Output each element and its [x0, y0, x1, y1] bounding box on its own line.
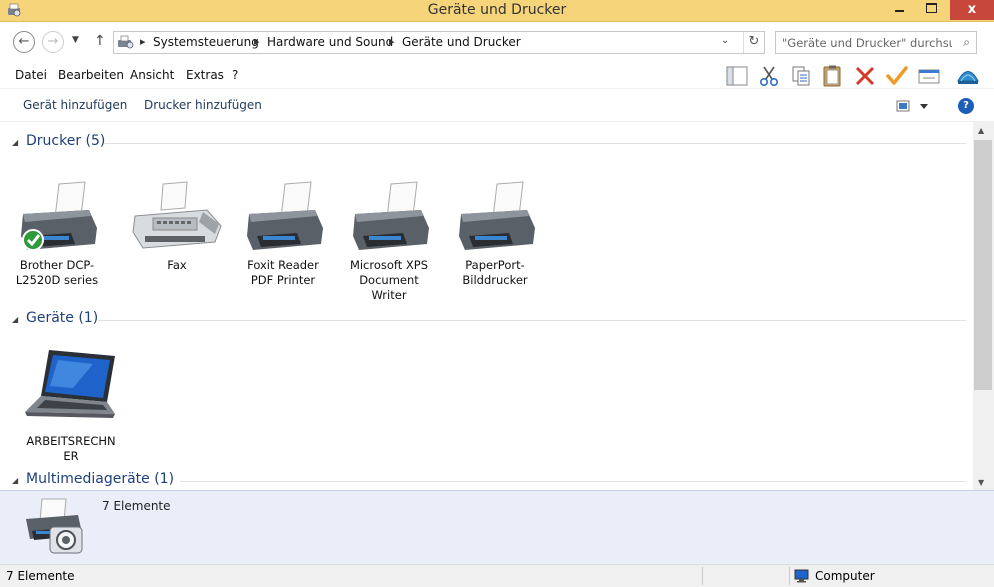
change-view-button[interactable]	[895, 98, 935, 114]
menu-help[interactable]: ?	[232, 68, 238, 82]
scrollbar-thumb[interactable]	[974, 140, 992, 390]
printer-icon	[353, 181, 429, 250]
printer-icon	[247, 181, 323, 250]
help-button[interactable]: ?	[958, 98, 974, 114]
menu-ansicht[interactable]: Ansicht	[130, 68, 174, 82]
command-bar: Gerät hinzufügen Drucker hinzufügen ?	[0, 90, 994, 122]
arrow-left-icon: ←	[18, 34, 30, 49]
vertical-scrollbar[interactable]: ▲ ▼	[973, 122, 994, 490]
search-input[interactable]	[782, 33, 952, 53]
device-tile-fax[interactable]: Fax	[129, 180, 225, 273]
recent-locations-dropdown[interactable]: ▼	[72, 35, 79, 45]
selection-count: 7 Elemente	[102, 499, 171, 513]
device-label: Microsoft XPS Document Writer	[349, 258, 429, 302]
properties-icon[interactable]	[916, 64, 942, 88]
address-row: ← → ▼ ↑ ▸ Systemsteuerung ▸ Hardware und…	[0, 22, 994, 62]
delete-icon[interactable]	[852, 64, 878, 88]
arrow-up-icon: ↑	[94, 33, 106, 49]
scroll-up-arrow-icon[interactable]: ▲	[978, 126, 984, 135]
laptop-icon	[25, 350, 115, 418]
group-title-printers: Drucker (5)	[26, 133, 106, 149]
collapse-triangle-icon[interactable]: ◢	[12, 476, 18, 485]
shell-icon[interactable]	[955, 64, 981, 88]
devices-printers-large-icon	[26, 498, 83, 554]
breadcrumb-systemsteuerung[interactable]: Systemsteuerung	[153, 35, 259, 49]
status-location: Computer	[815, 569, 875, 583]
copy-icon[interactable]	[788, 64, 814, 88]
close-button[interactable]: x	[950, 0, 994, 20]
device-tile-arbeitsrechner[interactable]: ARBEITSRECHNER	[23, 348, 119, 464]
device-label: Fax	[167, 258, 187, 272]
computer-icon	[794, 569, 809, 583]
views-icon	[896, 100, 928, 112]
group-title-devices: Geräte (1)	[26, 310, 99, 326]
group-header-multimedia[interactable]: ◢ Multimediageräte (1)	[12, 471, 966, 490]
search-box[interactable]: ⌕	[775, 31, 977, 54]
breadcrumb-chevron-icon[interactable]: ▸	[140, 35, 146, 48]
arrow-right-icon: →	[47, 34, 59, 49]
devices-printers-location-icon	[118, 35, 134, 49]
collapse-triangle-icon[interactable]: ◢	[12, 138, 18, 147]
device-tile-paperport[interactable]: PaperPort-Bilddrucker	[447, 180, 543, 288]
minimize-button[interactable]	[886, 0, 912, 20]
search-icon[interactable]: ⌕	[963, 35, 970, 50]
group-divider	[104, 143, 966, 144]
status-bar: 7 Elemente Computer	[0, 564, 994, 587]
maximize-button[interactable]	[918, 0, 944, 20]
layout-pane-icon[interactable]	[724, 64, 750, 88]
printer-icon	[459, 181, 535, 250]
window-title: Geräte und Drucker	[427, 2, 567, 18]
group-divider	[98, 320, 966, 321]
menu-bearbeiten[interactable]: Bearbeiten	[58, 68, 124, 82]
menu-datei[interactable]: Datei	[15, 68, 47, 82]
group-title-multimedia: Multimediageräte (1)	[26, 471, 175, 487]
refresh-button[interactable]: ↻	[743, 32, 764, 53]
address-history-dropdown-icon[interactable]: ⌄	[721, 35, 729, 46]
device-tile-brother[interactable]: Brother DCP-L2520D series	[9, 180, 105, 288]
details-pane: 7 Elemente	[0, 490, 994, 564]
status-divider	[789, 567, 790, 585]
address-bar[interactable]: ▸ Systemsteuerung ▸ Hardware und Sound ▸…	[113, 31, 765, 54]
breadcrumb-chevron-icon[interactable]: ▸	[254, 35, 260, 48]
device-label: PaperPort-Bilddrucker	[462, 258, 528, 287]
breadcrumb-hardware-und-sound[interactable]: Hardware und Sound	[267, 35, 393, 49]
breadcrumb-chevron-icon[interactable]: ▸	[389, 35, 395, 48]
group-header-printers[interactable]: ◢ Drucker (5)	[12, 133, 966, 153]
group-divider	[180, 481, 966, 482]
back-button[interactable]: ←	[13, 31, 35, 53]
device-tile-xps[interactable]: Microsoft XPS Document Writer	[341, 180, 437, 303]
device-tile-foxit[interactable]: Foxit Reader PDF Printer	[235, 180, 331, 288]
content-pane: ◢ Drucker (5) Brother DCP-L2520D series	[0, 122, 973, 490]
add-device-button[interactable]: Gerät hinzufügen	[23, 98, 127, 112]
device-label: Foxit Reader PDF Printer	[247, 258, 319, 287]
title-bar: Geräte und Drucker x	[0, 0, 994, 22]
collapse-triangle-icon[interactable]: ◢	[12, 315, 18, 324]
fax-icon	[132, 181, 222, 249]
status-item-count: 7 Elemente	[6, 569, 75, 583]
up-button[interactable]: ↑	[94, 33, 106, 49]
group-header-devices[interactable]: ◢ Geräte (1)	[12, 310, 966, 330]
cut-icon[interactable]	[756, 64, 782, 88]
device-label: ARBEITSRECHNER	[26, 434, 116, 463]
menu-bar: Datei Bearbeiten Ansicht Extras ?	[0, 62, 994, 89]
status-divider	[702, 567, 703, 585]
paste-icon[interactable]	[820, 64, 846, 88]
printer-default-icon	[21, 181, 97, 251]
add-printer-button[interactable]: Drucker hinzufügen	[144, 98, 262, 112]
breadcrumb-geraete-und-drucker[interactable]: Geräte und Drucker	[402, 35, 521, 49]
checkmark-icon[interactable]	[884, 64, 910, 88]
device-label: Brother DCP-L2520D series	[15, 258, 99, 287]
menu-extras[interactable]: Extras	[186, 68, 224, 82]
forward-button[interactable]: →	[42, 31, 64, 53]
scroll-down-arrow-icon[interactable]: ▼	[978, 478, 984, 487]
